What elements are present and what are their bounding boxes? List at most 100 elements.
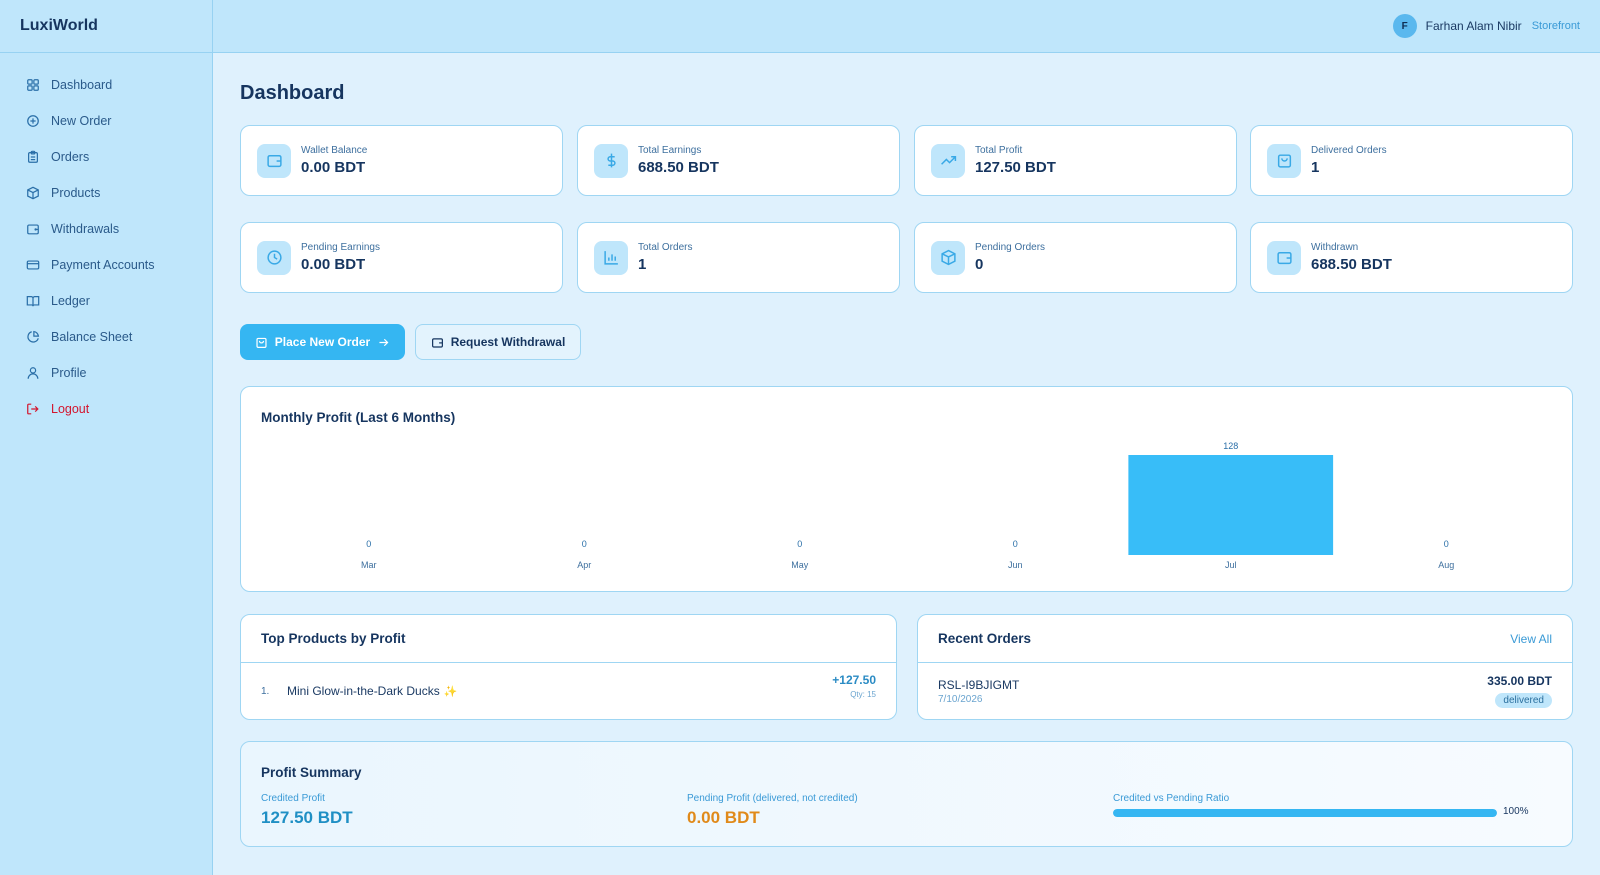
credited-profit-block: Credited Profit 127.50 BDT (261, 793, 353, 828)
stat-card-pending-orders: Pending Orders 0 (914, 222, 1237, 293)
stat-card-total-earnings: Total Earnings 688.50 BDT (577, 125, 900, 196)
sidebar-item-ledger[interactable]: Ledger (0, 283, 212, 319)
sidebar-item-label: Products (51, 186, 101, 200)
stat-value: 688.50 BDT (1311, 256, 1392, 273)
bag-icon (1267, 143, 1301, 178)
product-qty: Qty: 15 (850, 690, 876, 699)
chart-tick-label: Mar (361, 560, 377, 570)
button-label: Place New Order (274, 335, 371, 349)
avatar[interactable]: F (1392, 14, 1417, 38)
chart-value-label: 0 (582, 539, 587, 549)
stat-value: 127.50 BDT (975, 159, 1056, 176)
monthly-profit-chart: 0 Mar 0 Apr 0 May 0 Jun 128 Jul 0 Aug (361, 441, 1454, 570)
profit-summary-card: Profit Summary Credited Profit 127.50 BD… (240, 741, 1573, 847)
recent-orders-title: Recent Orders (938, 631, 1032, 646)
top-products-header: Top Products by Profit (241, 615, 896, 663)
ratio-progress-fill (1113, 809, 1497, 817)
button-label: Request Withdrawal (450, 335, 566, 349)
sidebar-item-payment-accounts[interactable]: Payment Accounts (0, 247, 212, 283)
pending-profit-block: Pending Profit (delivered, not credited)… (687, 793, 858, 828)
wallet-icon (431, 337, 443, 348)
product-name: Mini Glow-in-the-Dark Ducks (287, 684, 440, 698)
plus-circle-icon (26, 114, 40, 128)
stat-value: 0.00 BDT (301, 256, 366, 273)
order-date: 7/10/2026 (938, 694, 983, 705)
stat-card-wallet-balance: Wallet Balance 0.00 BDT (240, 125, 563, 196)
arrow-right-icon (379, 338, 389, 346)
ratio-block: Credited vs Pending Ratio (1113, 793, 1229, 808)
sidebar-nav: Dashboard New Order Orders Products With… (0, 53, 212, 427)
sidebar-item-withdrawals[interactable]: Withdrawals (0, 211, 212, 247)
chart-tick-label: Jul (1225, 560, 1237, 570)
sidebar-item-new-order[interactable]: New Order (0, 103, 212, 139)
sidebar-item-dashboard[interactable]: Dashboard (0, 67, 212, 103)
chart-value-label: 0 (1444, 539, 1449, 549)
ratio-percent: 100% (1503, 806, 1529, 817)
sidebar: LuxiWorld Dashboard New Order Orders Pro… (0, 0, 213, 875)
table-row[interactable]: RSL-I9BJIGMT 7/10/2026 335.00 BDT delive… (918, 663, 1572, 719)
monthly-profit-chart-card: Monthly Profit (Last 6 Months) 0 Mar 0 Apr 0… (240, 386, 1573, 592)
trend-up-icon (931, 143, 965, 178)
brand-logo[interactable]: LuxiWorld (0, 0, 212, 53)
stat-label: Withdrawn (1311, 242, 1359, 253)
product-stats: +127.50 Qty: 15 (832, 673, 876, 699)
list-item[interactable]: 1. Mini Glow-in-the-Dark Ducks ✨ +127.50… (241, 663, 896, 719)
stat-label: Total Orders (638, 242, 693, 253)
credited-profit-label: Credited Profit (261, 793, 325, 804)
box-icon (26, 186, 40, 200)
order-amount: 335.00 BDT (1487, 674, 1552, 688)
sparkle-icon: ✨ (443, 685, 458, 698)
chart-value-label: 0 (1013, 539, 1018, 549)
sidebar-item-balance-sheet[interactable]: Balance Sheet (0, 319, 212, 355)
clipboard-icon (26, 150, 40, 164)
top-products-title: Top Products by Profit (261, 631, 406, 646)
chart-value-label: 128 (1223, 441, 1238, 451)
place-new-order-button[interactable]: Place New Order (240, 324, 405, 360)
recent-orders-card: Recent Orders View All RSL-I9BJIGMT 7/10… (917, 614, 1573, 720)
pending-profit-label: Pending Profit (delivered, not credited) (687, 793, 858, 804)
stat-label: Total Earnings (638, 145, 702, 156)
request-withdrawal-button[interactable]: Request Withdrawal (415, 324, 581, 360)
stat-value: 0 (975, 256, 984, 273)
clock-icon (257, 240, 291, 275)
stat-value: 0.00 BDT (301, 159, 366, 176)
sidebar-item-orders[interactable]: Orders (0, 139, 212, 175)
view-all-link[interactable]: View All (1510, 632, 1552, 646)
chart-tick-label: May (791, 560, 809, 570)
stat-card-pending-earnings: Pending Earnings 0.00 BDT (240, 222, 563, 293)
chart-value-label: 0 (797, 539, 802, 549)
stat-label: Pending Earnings (301, 242, 380, 253)
recent-orders-header: Recent Orders View All (918, 615, 1572, 663)
sidebar-item-logout[interactable]: Logout (0, 391, 212, 427)
sidebar-item-label: Profile (51, 366, 87, 380)
stat-card-withdrawn: Withdrawn 688.50 BDT (1250, 222, 1573, 293)
sidebar-item-label: Payment Accounts (51, 258, 155, 272)
pending-profit-value: 0.00 BDT (687, 808, 760, 827)
storefront-link[interactable]: Storefront (1532, 20, 1580, 32)
sidebar-item-products[interactable]: Products (0, 175, 212, 211)
logout-icon (26, 402, 40, 416)
chart-tick-label: Jun (1008, 560, 1023, 570)
bar-chart-icon (594, 240, 628, 275)
pie-icon (26, 330, 40, 344)
sidebar-item-label: Logout (51, 402, 90, 416)
stat-label: Wallet Balance (301, 145, 368, 156)
stat-label: Total Profit (975, 145, 1023, 156)
sidebar-item-label: Balance Sheet (51, 330, 133, 344)
user-icon (26, 366, 40, 380)
sidebar-item-profile[interactable]: Profile (0, 355, 212, 391)
wallet-icon (257, 143, 291, 178)
ratio-label: Credited vs Pending Ratio (1113, 793, 1230, 804)
credited-profit-value: 127.50 BDT (261, 808, 353, 827)
sidebar-item-label: Ledger (51, 294, 90, 308)
stat-card-total-profit: Total Profit 127.50 BDT (914, 125, 1237, 196)
stat-label: Pending Orders (975, 242, 1046, 253)
user-name[interactable]: Farhan Alam Nibir (1426, 19, 1522, 33)
grid-icon (26, 78, 40, 92)
chart-tick-label: Aug (1438, 560, 1454, 570)
book-icon (26, 294, 40, 308)
sidebar-item-label: New Order (51, 114, 112, 128)
chart-bar-jul[interactable] (1128, 455, 1334, 555)
wallet-icon (1267, 240, 1301, 275)
top-header: F Farhan Alam Nibir Storefront (213, 0, 1600, 53)
